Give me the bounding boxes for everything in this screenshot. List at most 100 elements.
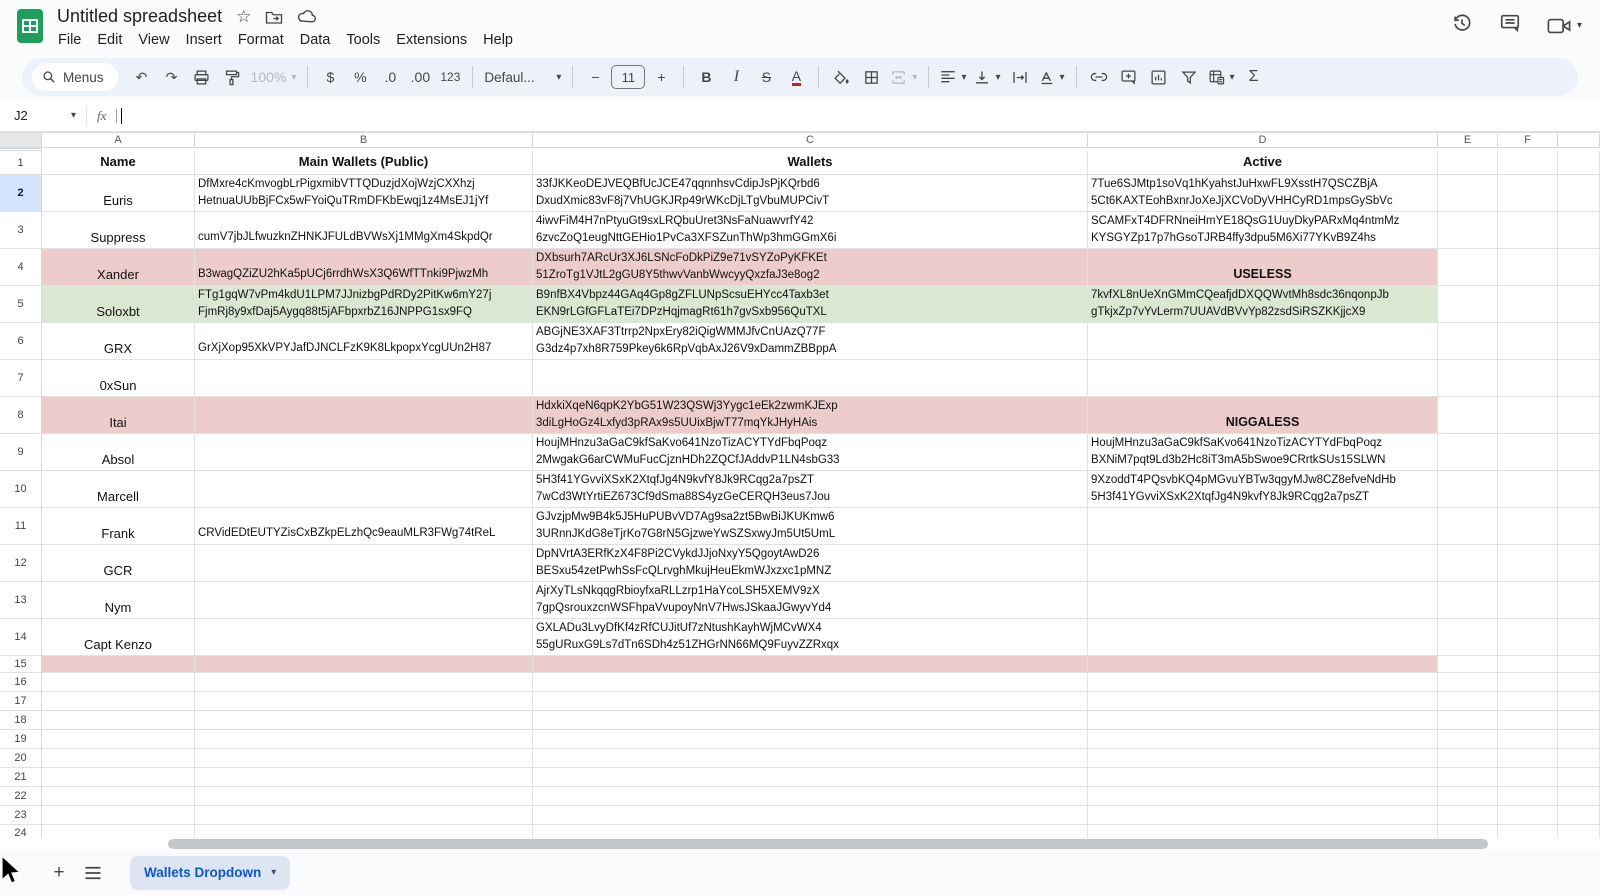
cell-G11[interactable] xyxy=(1558,508,1600,545)
cell-E20[interactable] xyxy=(1438,749,1498,768)
cell-C21[interactable] xyxy=(533,768,1088,787)
cell-A9[interactable]: Absol xyxy=(42,434,195,471)
format-currency-button[interactable]: $ xyxy=(316,63,344,91)
cell-F21[interactable] xyxy=(1498,768,1558,787)
cell-C22[interactable] xyxy=(533,787,1088,806)
row-header-15[interactable]: 15 xyxy=(0,656,42,673)
column-header-A[interactable]: A xyxy=(42,132,195,148)
formula-input-cursor[interactable] xyxy=(121,108,122,124)
cell-G19[interactable] xyxy=(1558,730,1600,749)
cell-D21[interactable] xyxy=(1088,768,1438,787)
cell-G1[interactable] xyxy=(1558,151,1600,175)
cell-D7[interactable] xyxy=(1088,360,1438,397)
row-header-9[interactable]: 9 xyxy=(0,434,42,471)
sheet-tab-caret-icon[interactable]: ▾ xyxy=(271,867,276,878)
cell-B14[interactable] xyxy=(195,619,533,656)
menu-tools[interactable]: Tools xyxy=(338,29,388,51)
cell-C7[interactable] xyxy=(533,360,1088,397)
cell-F13[interactable] xyxy=(1498,582,1558,619)
cell-D24[interactable] xyxy=(1088,825,1438,838)
row-header-4[interactable]: 4 xyxy=(0,249,42,286)
cell-D5[interactable]: 7kvfXL8nUeXnGMmCQeafjdDXQQWvtMh8sdc36nqo… xyxy=(1088,286,1438,323)
cell-B19[interactable] xyxy=(195,730,533,749)
row-header-5[interactable]: 5 xyxy=(0,286,42,323)
cell-F15[interactable] xyxy=(1498,656,1558,673)
cell-A7[interactable]: 0xSun xyxy=(42,360,195,397)
cell-A14[interactable]: Capt Kenzo xyxy=(42,619,195,656)
cell-B10[interactable] xyxy=(195,471,533,508)
cell-F24[interactable] xyxy=(1498,825,1558,838)
cell-D18[interactable] xyxy=(1088,711,1438,730)
format-percent-button[interactable]: % xyxy=(346,63,374,91)
cell-D3[interactable]: SCAMFxT4DFRNneiHmYE18QsG1UuyDkyPARxMq4nt… xyxy=(1088,212,1438,249)
cell-E18[interactable] xyxy=(1438,711,1498,730)
sheets-logo-icon[interactable] xyxy=(16,7,46,47)
cell-B24[interactable] xyxy=(195,825,533,838)
cell-B9[interactable] xyxy=(195,434,533,471)
cell-F10[interactable] xyxy=(1498,471,1558,508)
horizontal-scrollbar-thumb[interactable] xyxy=(168,839,1488,849)
cell-A5[interactable]: Soloxbt xyxy=(42,286,195,323)
cell-B21[interactable] xyxy=(195,768,533,787)
cell-B15[interactable] xyxy=(195,656,533,673)
cell-C13[interactable]: AjrXyTLsNkqqgRbioyfxaRLLzrp1HaYcoLSH5XEM… xyxy=(533,582,1088,619)
font-size-input[interactable]: 11 xyxy=(611,65,645,89)
cell-A16[interactable] xyxy=(42,673,195,692)
cell-G7[interactable] xyxy=(1558,360,1600,397)
cell-G15[interactable] xyxy=(1558,656,1600,673)
text-wrap-button[interactable] xyxy=(1006,63,1034,91)
cell-G22[interactable] xyxy=(1558,787,1600,806)
cell-G10[interactable] xyxy=(1558,471,1600,508)
row-header-11[interactable]: 11 xyxy=(0,508,42,545)
cell-G8[interactable] xyxy=(1558,397,1600,434)
cell-C18[interactable] xyxy=(533,711,1088,730)
cell-A15[interactable] xyxy=(42,656,195,673)
video-call-icon[interactable]: ▾ xyxy=(1547,17,1582,35)
cell-A12[interactable]: GCR xyxy=(42,545,195,582)
decrease-decimal-button[interactable]: .0 xyxy=(376,63,404,91)
cell-D6[interactable] xyxy=(1088,323,1438,360)
cell-D22[interactable] xyxy=(1088,787,1438,806)
cell-C3[interactable]: 4iwvFiM4H7nPtyuGt9sxLRQbuUret3NsFaNuawvr… xyxy=(533,212,1088,249)
row-header-21[interactable]: 21 xyxy=(0,768,42,787)
cell-G2[interactable] xyxy=(1558,175,1600,212)
cell-F7[interactable] xyxy=(1498,360,1558,397)
cell-G12[interactable] xyxy=(1558,545,1600,582)
table-tools-button[interactable]: ▾ xyxy=(1205,63,1238,91)
cell-F5[interactable] xyxy=(1498,286,1558,323)
column-header-B[interactable]: B xyxy=(195,132,533,148)
cell-G13[interactable] xyxy=(1558,582,1600,619)
row-header-10[interactable]: 10 xyxy=(0,471,42,508)
insert-comment-button[interactable] xyxy=(1115,63,1143,91)
cell-D13[interactable] xyxy=(1088,582,1438,619)
cell-C20[interactable] xyxy=(533,749,1088,768)
cell-A24[interactable] xyxy=(42,825,195,838)
cell-D4[interactable]: USELESS xyxy=(1088,249,1438,286)
menu-format[interactable]: Format xyxy=(230,29,292,51)
cell-G16[interactable] xyxy=(1558,673,1600,692)
merge-cells-button[interactable]: ▾ xyxy=(887,63,920,91)
cell-F11[interactable] xyxy=(1498,508,1558,545)
cell-E9[interactable] xyxy=(1438,434,1498,471)
increase-font-size-button[interactable]: + xyxy=(647,63,675,91)
add-sheet-button[interactable]: + xyxy=(42,856,76,890)
cell-E10[interactable] xyxy=(1438,471,1498,508)
cell-E24[interactable] xyxy=(1438,825,1498,838)
cell-C12[interactable]: DpNVrtA3ERfKzX4F8Pi2CVykdJJjoNxyY5QgoytA… xyxy=(533,545,1088,582)
cell-A6[interactable]: GRX xyxy=(42,323,195,360)
star-icon[interactable]: ☆ xyxy=(236,7,251,27)
cell-E8[interactable] xyxy=(1438,397,1498,434)
cell-C10[interactable]: 5H3f41YGvviXSxK2XtqfJg4N9kvfY8Jk9RCqg2a7… xyxy=(533,471,1088,508)
cell-A13[interactable]: Nym xyxy=(42,582,195,619)
italic-button[interactable]: I xyxy=(722,63,750,91)
cell-D17[interactable] xyxy=(1088,692,1438,711)
cell-E15[interactable] xyxy=(1438,656,1498,673)
cell-A10[interactable]: Marcell xyxy=(42,471,195,508)
sheet-tab-active[interactable]: Wallets Dropdown ▾ xyxy=(130,856,290,890)
cell-G5[interactable] xyxy=(1558,286,1600,323)
cell-A22[interactable] xyxy=(42,787,195,806)
cell-E23[interactable] xyxy=(1438,806,1498,825)
cell-C2[interactable]: 33fJKKeoDEJVEQBfUcJCE47qqnnhsvCdipJsPjKQ… xyxy=(533,175,1088,212)
row-header-19[interactable]: 19 xyxy=(0,730,42,749)
cell-G3[interactable] xyxy=(1558,212,1600,249)
